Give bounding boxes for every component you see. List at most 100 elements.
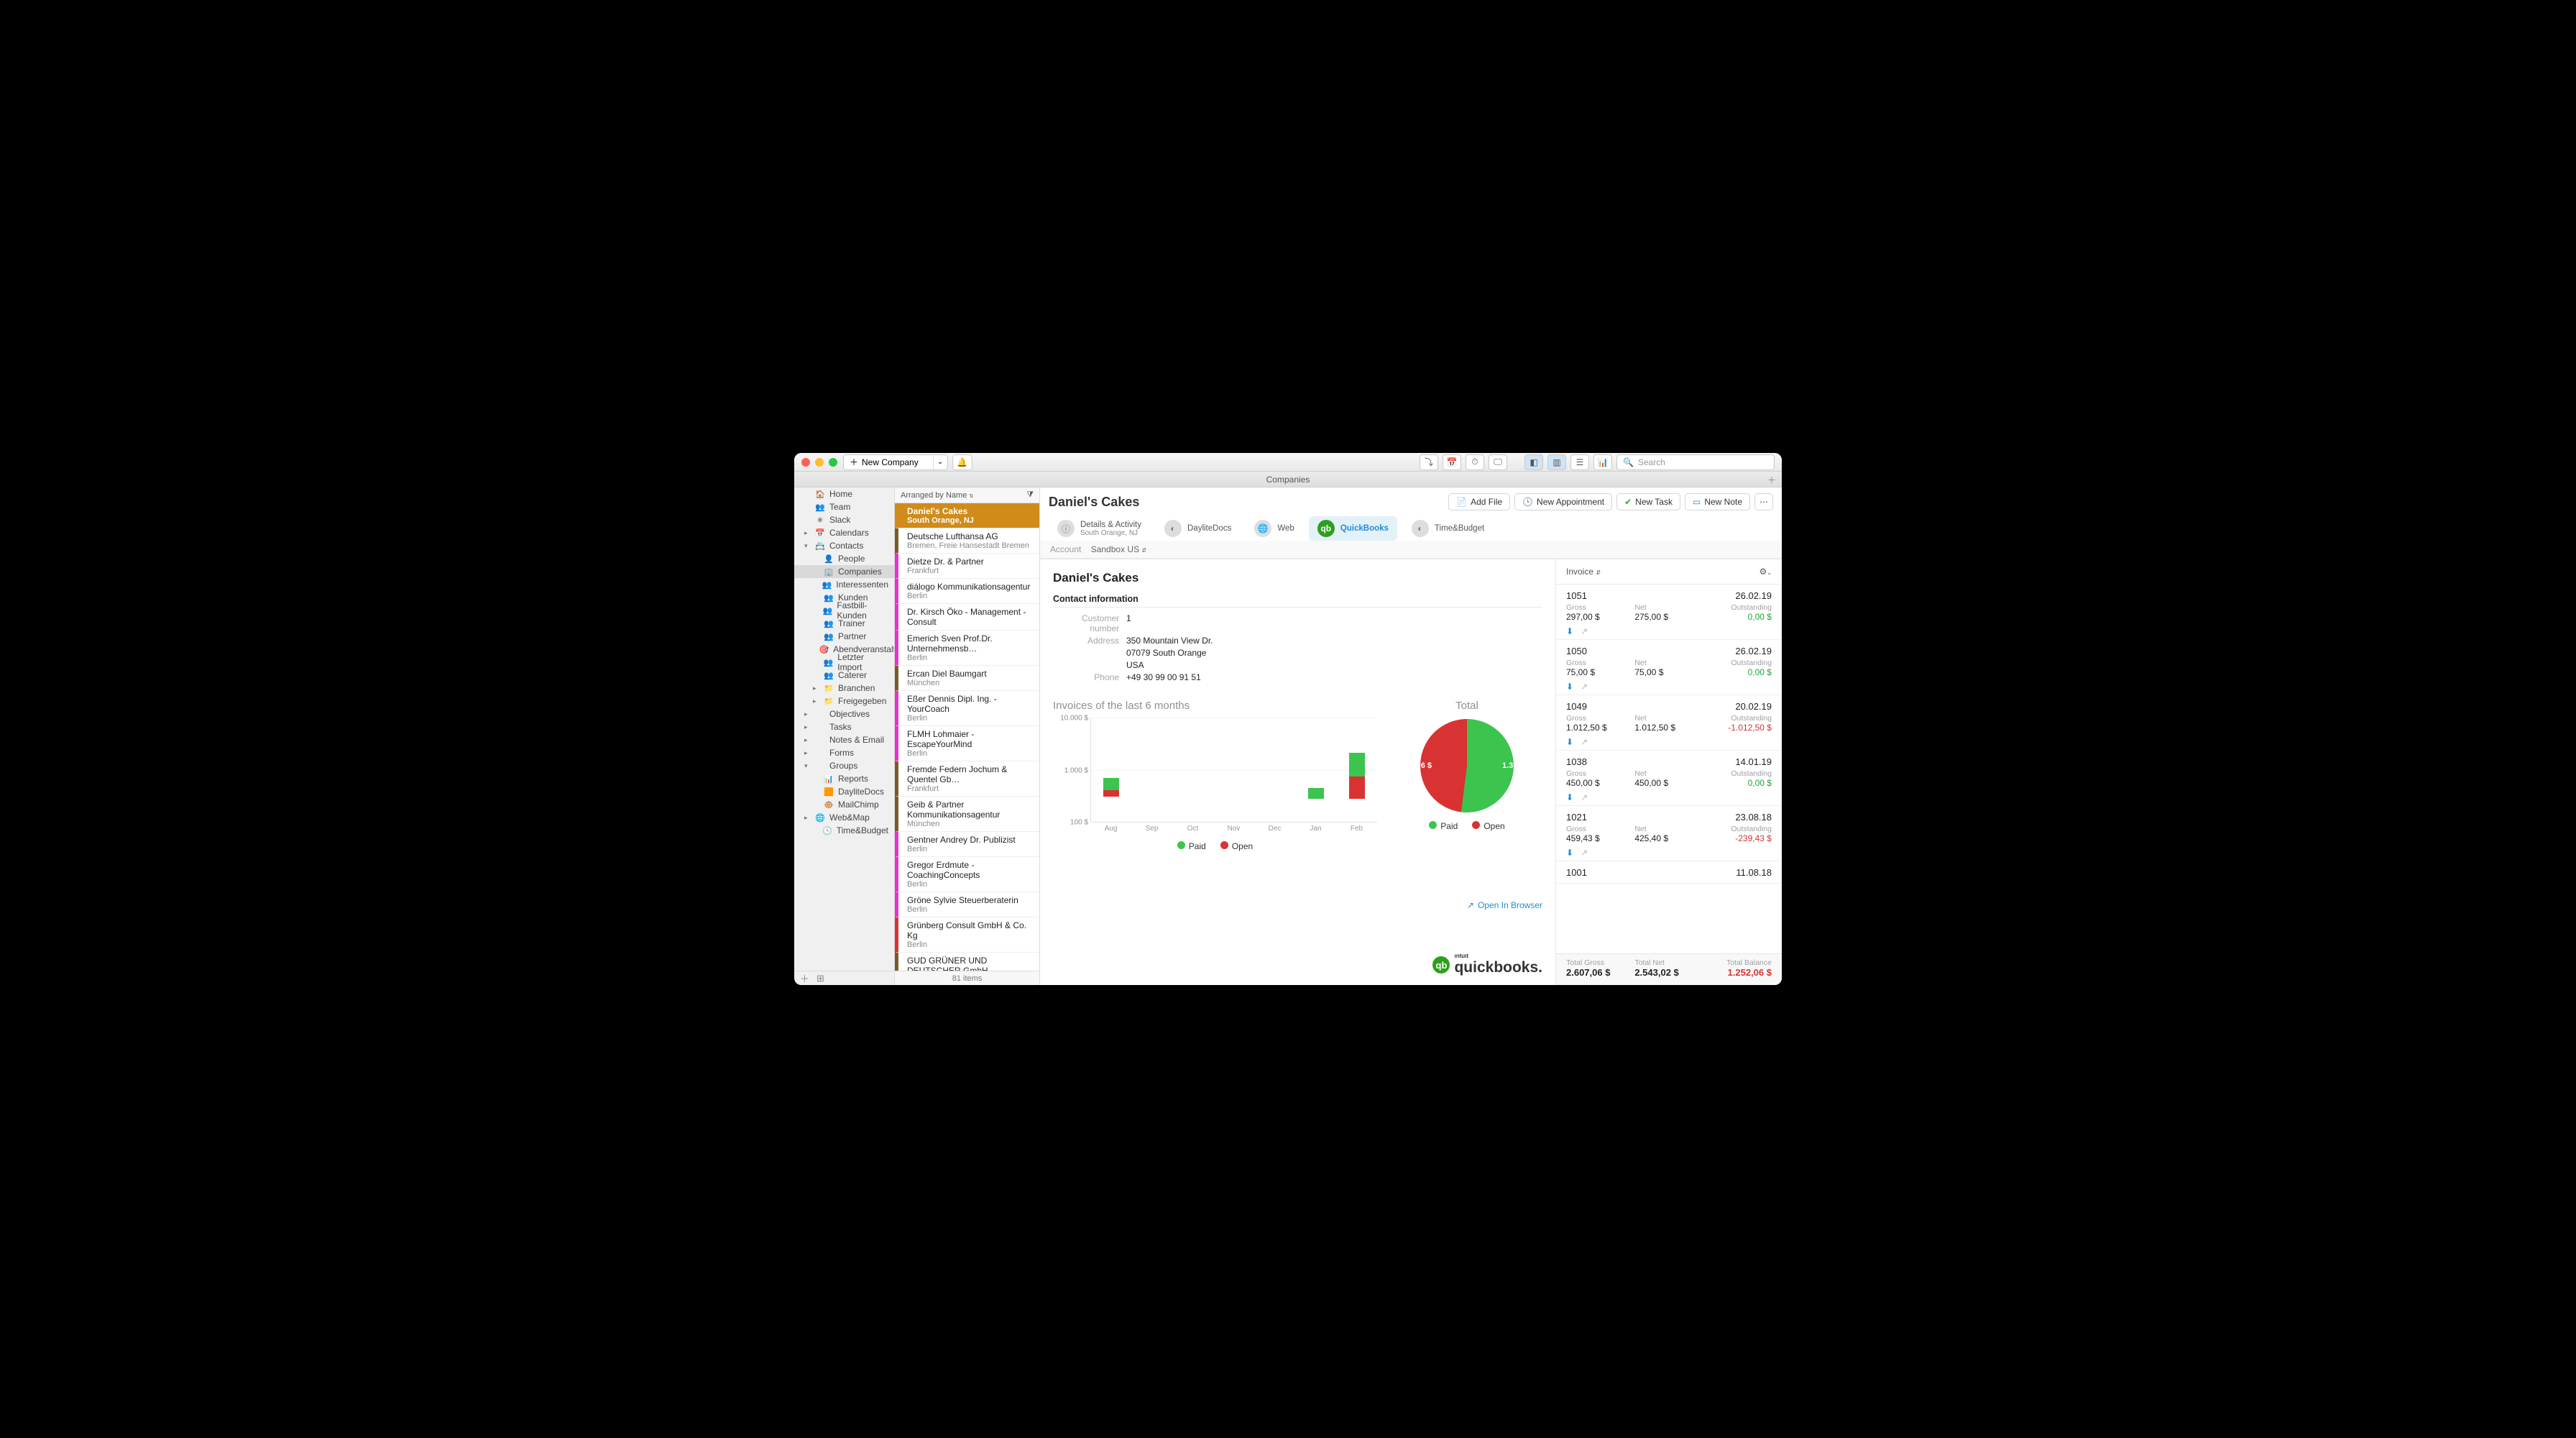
sidebar-item[interactable]: 🟧DayliteDocs — [794, 785, 894, 798]
sidebar-item[interactable]: 👥Team — [794, 500, 894, 513]
present-button[interactable]: 🖵 — [1489, 454, 1507, 470]
sidebar-item[interactable]: ▾📇Contacts — [794, 539, 894, 552]
sidebar-item[interactable]: 👥Fastbill-Kunden — [794, 604, 894, 617]
sidebar-item[interactable]: 👥Letzter Import — [794, 656, 894, 669]
share-icon[interactable]: ↗ — [1581, 626, 1588, 636]
tab-daylitedocs[interactable]: ◐ DayliteDocs — [1156, 516, 1240, 541]
invoice-item[interactable]: 103814.01.19 GrossNetOutstanding 450,00 … — [1556, 751, 1782, 806]
invoice-item[interactable]: 100111.08.18 — [1556, 861, 1782, 884]
sidebar-item[interactable]: ▾Groups — [794, 759, 894, 772]
sidebar-item[interactable]: ▸Objectives — [794, 707, 894, 720]
chevron-down-icon[interactable]: ⌄ — [933, 455, 947, 470]
open-in-browser-link[interactable]: ↗Open In Browser — [1053, 900, 1542, 910]
account-selector[interactable]: Account Sandbox US ⇵ — [1040, 541, 1782, 559]
sort-icon: ⇵ — [1596, 569, 1601, 576]
pie-chart-legend: Paid Open — [1392, 821, 1542, 831]
sidebar-item[interactable]: ▸Notes & Email — [794, 733, 894, 746]
zoom-icon[interactable] — [829, 458, 837, 467]
sidebar-item[interactable]: ▸Tasks — [794, 720, 894, 733]
sidebar-item[interactable]: ▸Forms — [794, 746, 894, 759]
invoice-item[interactable]: 104920.02.19 GrossNetOutstanding 1.012,5… — [1556, 695, 1782, 751]
sidebar-item[interactable]: 👥Interessenten — [794, 578, 894, 591]
share-icon[interactable]: ↗ — [1581, 792, 1588, 802]
list-header[interactable]: Arranged by Name ⇅ ⧩ — [895, 487, 1039, 503]
clock-icon: 🕒 — [1522, 497, 1533, 507]
download-icon[interactable]: ⬇ — [1566, 792, 1573, 802]
plus-icon: ＋ — [850, 456, 858, 468]
more-button[interactable]: ⋯ — [1754, 493, 1773, 510]
sidebar-item[interactable]: ▸📅Calendars — [794, 526, 894, 539]
share-icon[interactable]: ↗ — [1581, 682, 1588, 692]
list-item[interactable]: Dietze Dr. & PartnerFrankfurt — [895, 554, 1039, 579]
bar-chart-legend: Paid Open — [1053, 841, 1377, 851]
download-icon[interactable]: ⬇ — [1566, 682, 1573, 692]
invoice-item[interactable]: 102123.08.18 GrossNetOutstanding 459,43 … — [1556, 806, 1782, 861]
search-placeholder: Search — [1638, 457, 1665, 467]
tab-web[interactable]: 🌐 Web — [1246, 516, 1302, 541]
share-icon[interactable]: ↗ — [1581, 737, 1588, 747]
tab-timebudget[interactable]: ◐ Time&Budget — [1403, 516, 1493, 541]
sidebar-item[interactable]: 👤People — [794, 552, 894, 565]
invoice-item[interactable]: 105126.02.19 GrossNetOutstanding 297,00 … — [1556, 585, 1782, 640]
list-item[interactable]: Eßer Dennis Dipl. Ing. - YourCoachBerlin — [895, 691, 1039, 726]
sidebar-item[interactable]: 👥Partner — [794, 630, 894, 643]
list-item[interactable]: Ercan Diel BaumgartMünchen — [895, 666, 1039, 691]
sidebar-item[interactable]: 🏠Home — [794, 487, 894, 500]
add-tab-button[interactable]: ＋ — [1765, 472, 1779, 487]
sidebar-item[interactable]: 🕓Time&Budget — [794, 824, 894, 837]
list-item[interactable]: Gregor Erdmute - CoachingConceptsBerlin — [895, 857, 1039, 892]
list-item[interactable]: Geib & Partner KommunikationsagenturMünc… — [895, 797, 1039, 832]
new-company-button[interactable]: ＋New Company ⌄ — [843, 454, 948, 470]
new-note-button[interactable]: ▭New Note — [1685, 493, 1750, 510]
sidebar-item[interactable]: ✳Slack — [794, 513, 894, 526]
list-item[interactable]: Grünberg Consult GmbH & Co. KgBerlin — [895, 917, 1039, 953]
list-item[interactable]: GUD GRÜNER UND DEUTSCHER GmbHBerlin — [895, 953, 1039, 971]
sidebar-item[interactable]: ▸📁Branchen — [794, 682, 894, 695]
list-item[interactable]: Gröne Sylvie SteuerberaterinBerlin — [895, 892, 1039, 917]
sidebar-item[interactable]: ▸🌐Web&Map — [794, 811, 894, 824]
layout-list-button[interactable]: ☰ — [1570, 454, 1589, 470]
download-icon[interactable]: ⬇ — [1566, 737, 1573, 747]
list-item[interactable]: FLMH Lohmaier - EscapeYourMindBerlin — [895, 726, 1039, 761]
download-icon[interactable]: ⬇ — [1566, 848, 1573, 858]
new-appointment-button[interactable]: 🕒New Appointment — [1514, 493, 1612, 510]
minimize-icon[interactable] — [815, 458, 824, 467]
download-icon[interactable]: ⬇ — [1566, 626, 1573, 636]
tab-quickbooks[interactable]: qb QuickBooks — [1309, 516, 1397, 541]
list-item[interactable]: diálogo KommunikationsagenturBerlin — [895, 579, 1039, 604]
close-icon[interactable] — [801, 458, 810, 467]
invoice-item[interactable]: 105026.02.19 GrossNetOutstanding 75,00 $… — [1556, 640, 1782, 695]
docs-icon: ◐ — [1164, 520, 1182, 537]
invoice-list-header[interactable]: Invoice ⇵ ⚙︎⌄ — [1556, 559, 1782, 585]
sidebar-item[interactable]: 🏢Companies — [794, 565, 894, 578]
list-item[interactable]: Deutsche Lufthansa AGBremen, Freie Hanse… — [895, 528, 1039, 554]
sidebar-item[interactable]: 📊Reports — [794, 772, 894, 785]
list-item[interactable]: Gentner Andrey Dr. PublizistBerlin — [895, 832, 1039, 857]
layout-sidebar-button[interactable]: ◧ — [1524, 454, 1543, 470]
calendar-button[interactable]: 📅 — [1443, 454, 1461, 470]
list-item[interactable]: Daniel's CakesSouth Orange, NJ — [895, 503, 1039, 528]
add-button[interactable]: ＋ — [800, 971, 809, 985]
invoice-summary: Total GrossTotal NetTotal Balance 2.607,… — [1556, 953, 1782, 985]
archive-button[interactable]: ⤵ — [1420, 454, 1438, 470]
notifications-button[interactable]: 🔔 — [952, 454, 972, 470]
share-icon[interactable]: ↗ — [1581, 848, 1588, 858]
layout-split-button[interactable]: ▥ — [1547, 454, 1566, 470]
grid-icon[interactable]: ⊞ — [816, 973, 824, 984]
new-task-button[interactable]: ✔New Task — [1616, 493, 1680, 510]
list-item[interactable]: Fremde Federn Jochum & Quentel Gb…Frankf… — [895, 761, 1039, 797]
sidebar-item[interactable]: ▸📁Freigegeben — [794, 695, 894, 707]
list-item[interactable]: Emerich Sven Prof.Dr. Unternehmensb…Berl… — [895, 631, 1039, 666]
filter-icon[interactable]: ⧩ — [1026, 490, 1034, 500]
tab-details[interactable]: ⓘ Details & ActivitySouth Orange, NJ — [1049, 516, 1150, 541]
timer-button[interactable]: ⏱ — [1466, 454, 1484, 470]
gear-icon[interactable]: ⚙︎⌄ — [1760, 567, 1772, 577]
sidebar-item[interactable]: 🐵MailChimp — [794, 798, 894, 811]
search-input[interactable]: 🔍 Search — [1616, 454, 1775, 470]
list-item[interactable]: Dr. Kirsch Öko - Management - Consult — [895, 604, 1039, 631]
layout-chart-button[interactable]: 📊 — [1593, 454, 1612, 470]
pie-paid-label: 1.355,00 $ — [1502, 761, 1540, 770]
add-file-button[interactable]: 📄Add File — [1448, 493, 1510, 510]
search-icon: 🔍 — [1623, 457, 1634, 467]
pie-chart-title: Total — [1392, 700, 1542, 712]
